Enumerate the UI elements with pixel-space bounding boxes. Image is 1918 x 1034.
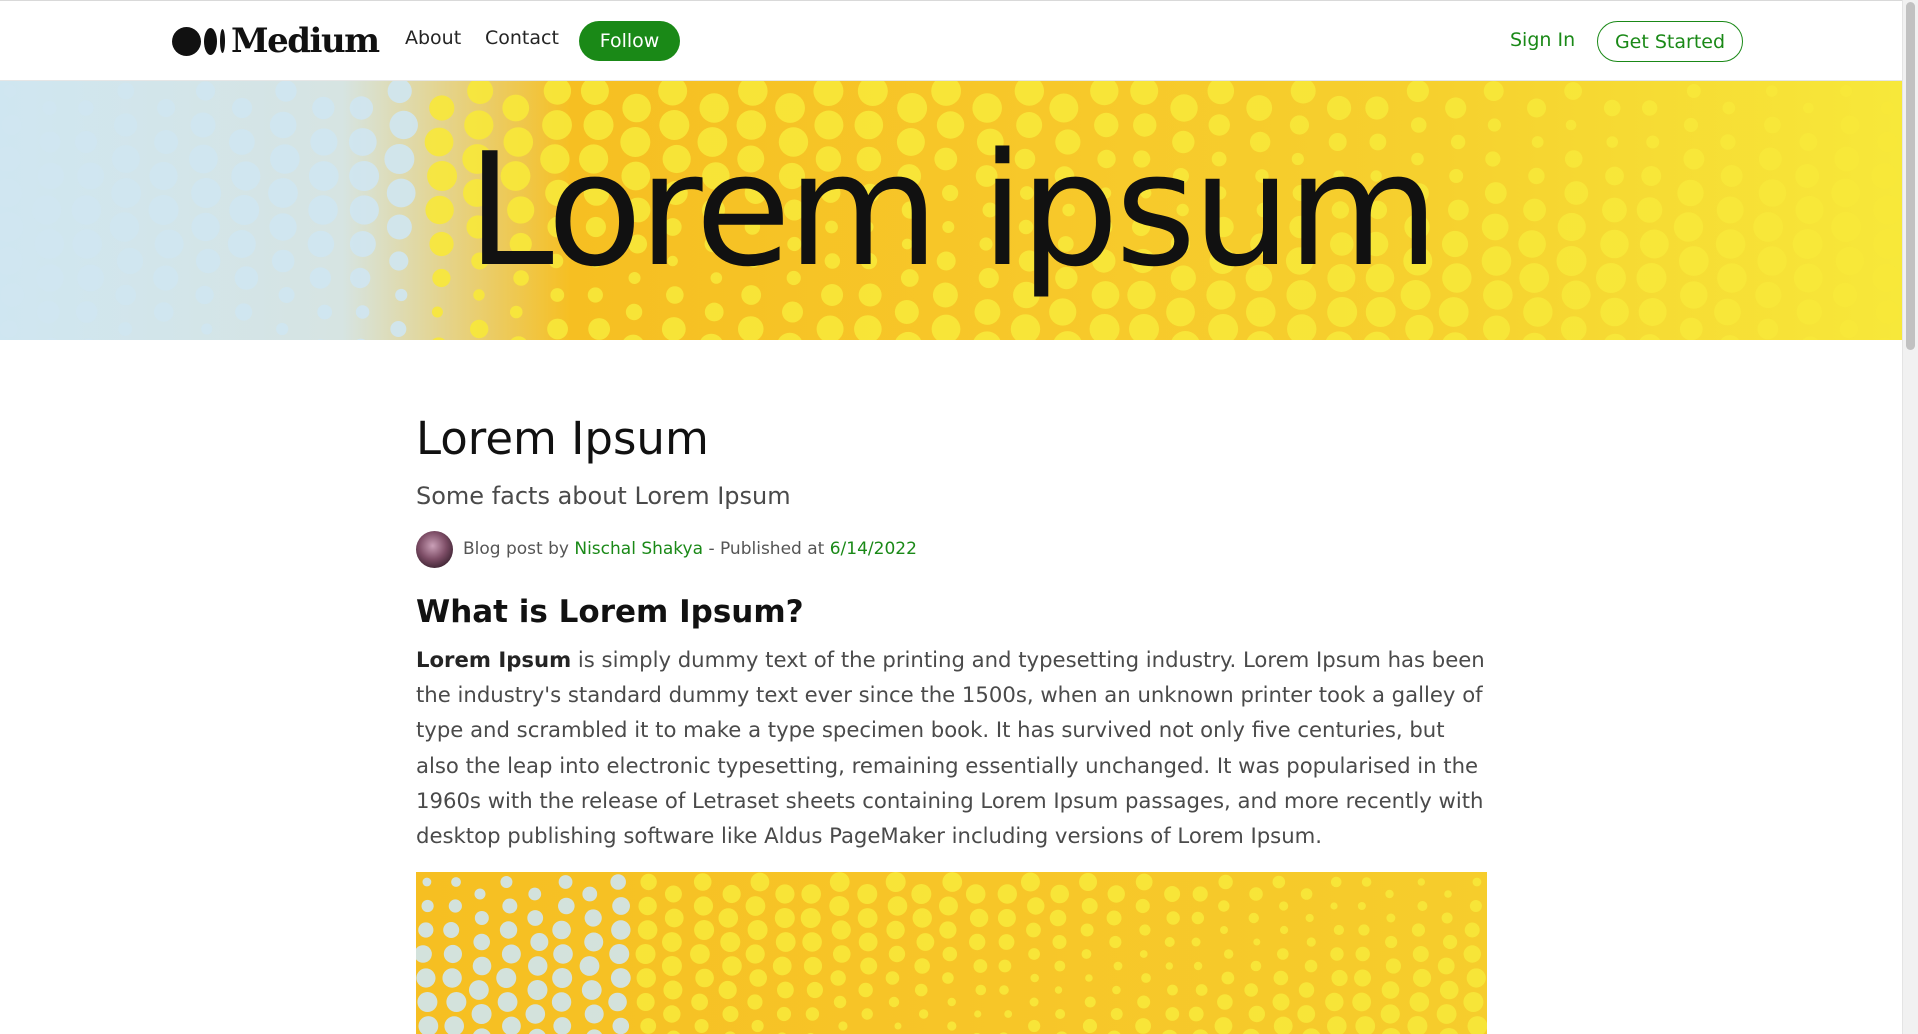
byline-separator: - Published at <box>708 539 825 559</box>
article-image-graphic <box>416 872 1487 1034</box>
author-link[interactable]: Nischal Shakya <box>574 539 703 559</box>
get-started-button[interactable]: Get Started <box>1597 21 1743 62</box>
hero-banner: Lorem ipsum <box>0 81 1902 340</box>
medium-logo-icon <box>172 26 225 56</box>
logo-text: Medium <box>231 21 380 61</box>
follow-button[interactable]: Follow <box>579 21 680 61</box>
article-image <box>416 872 1487 1034</box>
scrollbar-thumb[interactable] <box>1906 2 1915 350</box>
page-scrollbar[interactable] <box>1902 0 1918 1034</box>
published-date: 6/14/2022 <box>829 539 917 559</box>
medium-logo[interactable]: Medium <box>172 21 380 61</box>
nav-link-contact[interactable]: Contact <box>485 27 559 49</box>
paragraph-text: is simply dummy text of the printing and… <box>416 647 1485 849</box>
article-subtitle: Some facts about Lorem Ipsum <box>416 482 791 510</box>
navbar: Medium About Contact Follow Sign In Get … <box>0 1 1902 81</box>
page: Medium About Contact Follow Sign In Get … <box>0 0 1902 1034</box>
author-avatar <box>416 530 453 568</box>
article-title: Lorem Ipsum <box>416 412 709 465</box>
byline-prefix: Blog post by <box>463 539 569 559</box>
nav-link-about[interactable]: About <box>405 27 461 49</box>
sign-in-link[interactable]: Sign In <box>1510 29 1575 51</box>
article-paragraph: Lorem Ipsum is simply dummy text of the … <box>416 642 1487 853</box>
hero-banner-text: Lorem ipsum <box>466 119 1439 301</box>
byline: Blog post by Nischal Shakya - Published … <box>416 530 917 568</box>
section-heading: What is Lorem Ipsum? <box>416 594 804 630</box>
paragraph-lead: Lorem Ipsum <box>416 647 572 672</box>
